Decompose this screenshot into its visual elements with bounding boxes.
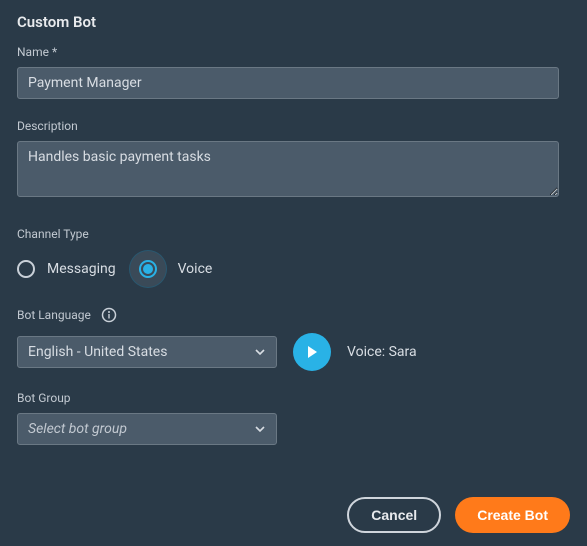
name-label: Name *: [17, 45, 570, 59]
create-bot-button[interactable]: Create Bot: [455, 497, 570, 533]
name-input[interactable]: [17, 67, 559, 99]
bot-group-label: Bot Group: [17, 391, 570, 405]
info-icon[interactable]: [101, 307, 117, 323]
channel-type-label: Channel Type: [17, 227, 570, 241]
chevron-down-icon: [254, 423, 266, 435]
bot-group-placeholder: Select bot group: [28, 421, 127, 437]
radio-messaging-label: Messaging: [47, 261, 116, 277]
description-input[interactable]: [17, 141, 559, 197]
bot-language-select[interactable]: English - United States: [17, 336, 277, 368]
description-label: Description: [17, 119, 570, 133]
cancel-button[interactable]: Cancel: [347, 497, 441, 533]
bot-language-selected: English - United States: [28, 344, 167, 360]
bot-group-select[interactable]: Select bot group: [17, 413, 277, 445]
radio-messaging[interactable]: Messaging: [17, 260, 116, 278]
radio-voice-label: Voice: [178, 261, 213, 277]
voice-label: Voice: Sara: [347, 344, 417, 360]
radio-checked-icon: [130, 251, 166, 287]
play-icon: [304, 344, 320, 360]
play-voice-button[interactable]: [293, 333, 331, 371]
bot-language-label: Bot Language: [17, 308, 91, 322]
chevron-down-icon: [254, 346, 266, 358]
radio-voice[interactable]: Voice: [130, 251, 213, 287]
page-title: Custom Bot: [17, 13, 570, 31]
radio-unchecked-icon: [17, 260, 35, 278]
